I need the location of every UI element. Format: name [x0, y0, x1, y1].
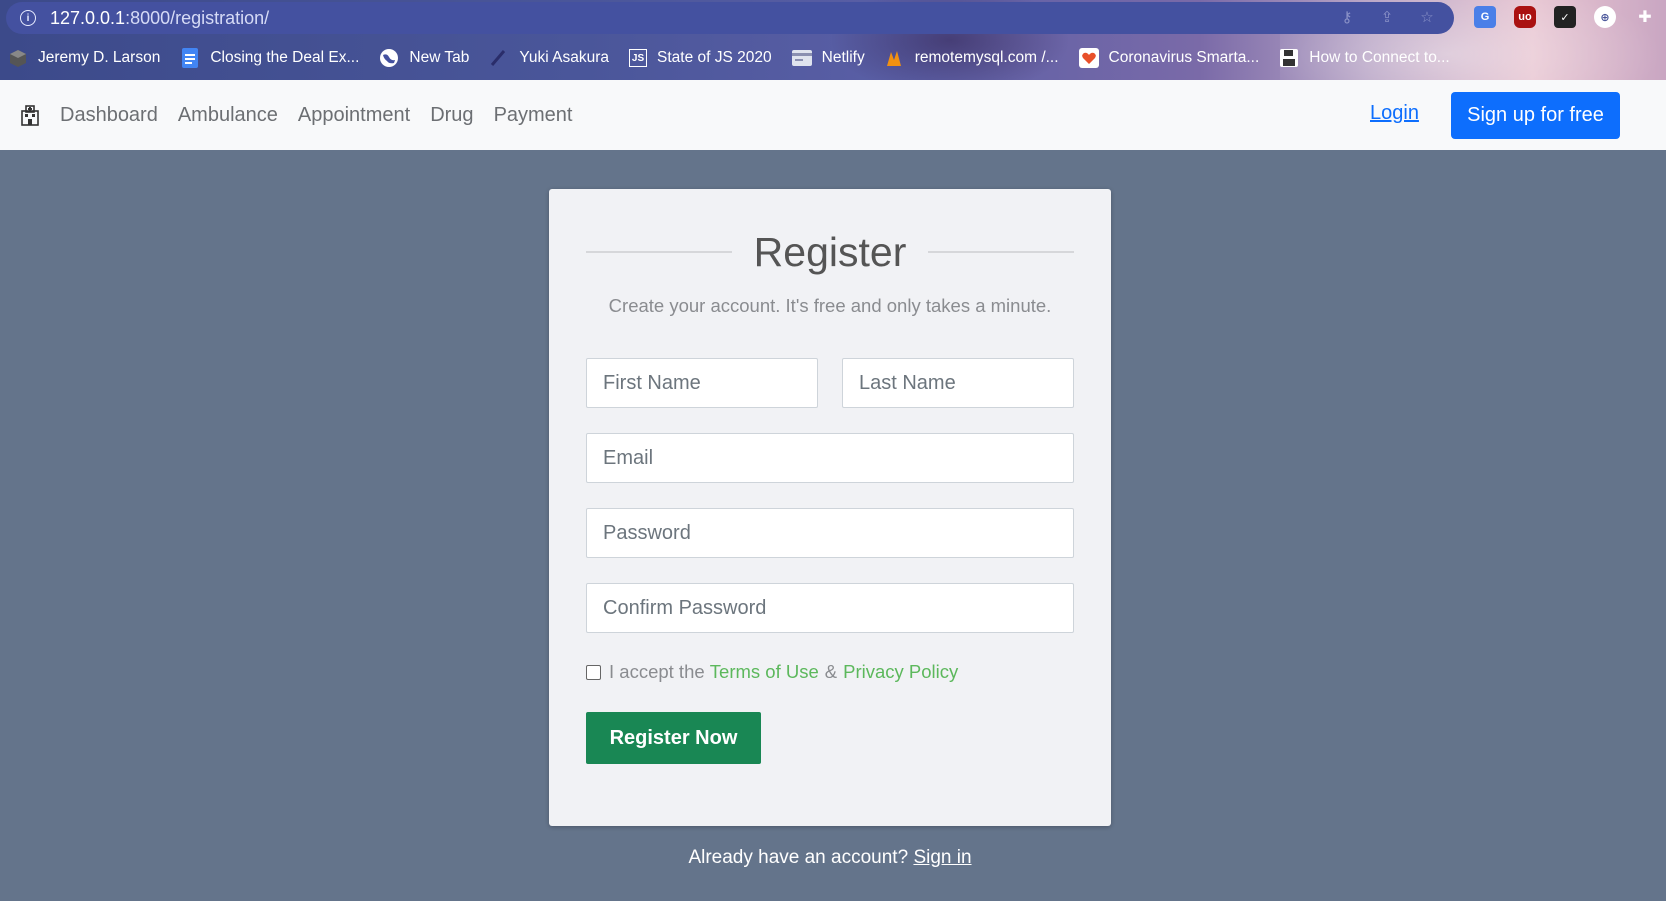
- last-name-input[interactable]: Last Name: [842, 358, 1074, 408]
- signin-prompt-text: Already have an account?: [688, 847, 909, 868]
- url-host: 127.0.0.1: [50, 7, 126, 28]
- accept-terms-row: I accept the Terms of Use & Privacy Policy: [586, 661, 958, 683]
- divider-right: [928, 251, 1075, 253]
- password-input[interactable]: Password: [586, 508, 1074, 558]
- browser-chrome: i 127.0.0.1:8000/registration/ ⚷ ⇪ ☆ G u…: [0, 0, 1666, 80]
- star-icon[interactable]: ☆: [1418, 8, 1436, 26]
- nav-appointment[interactable]: Appointment: [298, 104, 410, 127]
- globe-icon: [379, 48, 399, 68]
- js-icon: JS: [629, 49, 648, 67]
- heart-icon: [1078, 48, 1099, 68]
- terms-link[interactable]: Terms of Use: [710, 661, 819, 683]
- grammarly-extension-icon[interactable]: ⊕: [1594, 6, 1616, 28]
- accept-terms-checkbox[interactable]: [586, 664, 601, 680]
- divider-left: [586, 251, 732, 253]
- bookmark-item[interactable]: How to Connect to...: [1279, 48, 1450, 68]
- checkmark-extension-icon[interactable]: ✓: [1554, 6, 1576, 28]
- ublock-extension-icon[interactable]: uo: [1514, 6, 1536, 28]
- bookmark-item[interactable]: Closing the Deal Ex...: [180, 48, 359, 68]
- register-button[interactable]: Register Now: [586, 712, 761, 764]
- bookmark-label: Yuki Asakura: [519, 49, 610, 66]
- url-path: :8000/registration/: [125, 7, 270, 28]
- cube-icon: [8, 48, 28, 68]
- bookmark-item[interactable]: remotemysql.com /...: [885, 48, 1059, 68]
- register-card: Register Create your account. It's free …: [549, 189, 1111, 826]
- share-icon[interactable]: ⇪: [1378, 8, 1396, 26]
- nav-dashboard[interactable]: Dashboard: [60, 104, 158, 127]
- bookmark-label: Coronavirus Smarta...: [1108, 49, 1260, 66]
- bookmark-label: Netlify: [821, 49, 865, 66]
- key-icon[interactable]: ⚷: [1338, 8, 1356, 26]
- bookmark-item[interactable]: Yuki Asakura: [489, 48, 609, 68]
- privacy-link[interactable]: Privacy Policy: [843, 661, 958, 683]
- email-input[interactable]: Email: [586, 433, 1074, 483]
- floppy-icon: [1279, 48, 1299, 68]
- accept-prefix: I accept the: [609, 661, 705, 682]
- bookmark-item[interactable]: New Tab: [379, 48, 469, 68]
- signin-link[interactable]: Sign in: [913, 847, 971, 868]
- card-icon: [791, 48, 812, 68]
- url-text[interactable]: 127.0.0.1:8000/registration/: [50, 8, 269, 29]
- bookmark-item[interactable]: Coronavirus Smarta...: [1078, 48, 1260, 68]
- bookmark-label: How to Connect to...: [1309, 49, 1450, 66]
- form-subtitle: Create your account. It's free and only …: [608, 295, 1052, 316]
- ampersand: &: [824, 661, 838, 682]
- form-title: Register: [753, 228, 907, 275]
- site-info-icon[interactable]: i: [20, 10, 36, 26]
- translate-extension-icon[interactable]: G: [1474, 6, 1496, 28]
- hospital-icon[interactable]: [18, 103, 42, 127]
- nav-payment[interactable]: Payment: [494, 104, 573, 127]
- first-name-input[interactable]: First Name: [586, 358, 818, 408]
- nav-ambulance[interactable]: Ambulance: [178, 104, 278, 127]
- bookmark-label: New Tab: [409, 49, 470, 66]
- bookmark-label: State of JS 2020: [657, 49, 772, 66]
- doc-icon: [180, 48, 200, 68]
- confirm-password-input[interactable]: Confirm Password: [586, 583, 1074, 633]
- title-row: Register: [586, 227, 1075, 277]
- bookmark-label: Closing the Deal Ex...: [210, 49, 360, 66]
- bookmark-item[interactable]: Jeremy D. Larson: [8, 48, 160, 68]
- bookmark-item[interactable]: JS State of JS 2020: [629, 49, 772, 67]
- bookmark-label: remotemysql.com /...: [914, 49, 1059, 66]
- signin-prompt: Already have an account? Sign in: [0, 847, 1660, 869]
- signup-button[interactable]: Sign up for free: [1451, 92, 1620, 139]
- pma-icon: [885, 48, 905, 68]
- nav-drug[interactable]: Drug: [430, 104, 473, 127]
- bookmark-label: Jeremy D. Larson: [38, 49, 161, 66]
- login-link[interactable]: Login: [1370, 102, 1419, 125]
- app-navbar: Dashboard Ambulance Appointment Drug Pay…: [0, 80, 1666, 150]
- address-bar[interactable]: i 127.0.0.1:8000/registration/ ⚷ ⇪ ☆: [6, 2, 1454, 34]
- puzzle-extensions-icon[interactable]: ✚: [1634, 6, 1656, 28]
- bookmark-item[interactable]: Netlify: [791, 48, 865, 68]
- bookmarks-bar: Jeremy D. Larson Closing the Deal Ex... …: [8, 44, 1470, 72]
- brush-icon: [489, 48, 509, 68]
